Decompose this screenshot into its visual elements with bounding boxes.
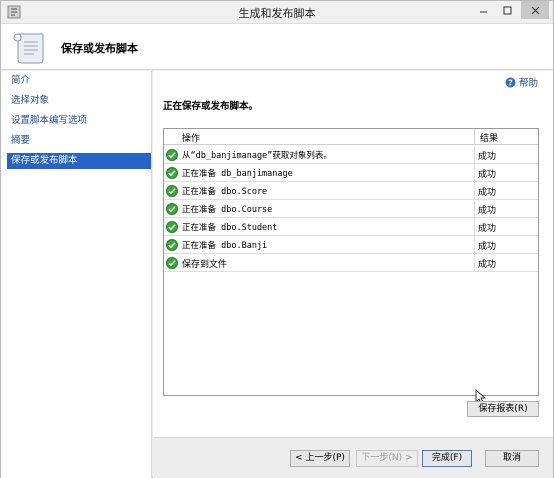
table-row[interactable]: 从“db_banjimanage”获取对象列表。 成功 <box>164 146 538 164</box>
next-button[interactable]: 下一步(N) > <box>356 450 418 467</box>
success-check-icon <box>166 185 178 197</box>
row-operation: 正在准备 dbo.Score <box>182 187 268 197</box>
cell-divider <box>474 254 475 272</box>
script-scroll-icon <box>13 33 44 64</box>
cell-divider <box>474 146 475 164</box>
page-title: 保存或发布脚本 <box>61 42 138 55</box>
success-check-icon <box>166 149 178 161</box>
progress-grid: 操作 结果 从“db_banjimanage”获取对象列表。 成功 正在准备 d… <box>163 128 539 396</box>
maximize-icon <box>503 6 511 14</box>
finish-button[interactable]: 完成(F) <box>422 450 472 467</box>
success-check-icon <box>166 257 178 269</box>
main-panel: ? 帮助 正在保存或发布脚本。 操作 结果 从“db_banjimanage”获… <box>153 71 553 437</box>
row-result: 成功 <box>478 242 497 252</box>
dialog-window: 生成和发布脚本 保存或发布脚本 简介 选择对象 设置脚本编写选项 摘要 保存或发… <box>0 0 554 478</box>
row-result: 成功 <box>478 260 497 270</box>
table-row[interactable]: 正在准备 db_banjimanage 成功 <box>164 164 538 182</box>
save-report-button[interactable]: 保存报表(R) <box>467 401 539 417</box>
wizard-sidebar: 简介 选择对象 设置脚本编写选项 摘要 保存或发布脚本 <box>1 71 152 478</box>
sidebar-item-intro[interactable]: 简介 <box>7 73 151 89</box>
maximize-button[interactable] <box>495 1 519 19</box>
sidebar-item-save-publish[interactable]: 保存或发布脚本 <box>7 153 151 169</box>
cell-divider <box>474 236 475 254</box>
cell-divider <box>474 200 475 218</box>
cell-divider <box>474 218 475 236</box>
success-check-icon <box>166 167 178 179</box>
success-check-icon <box>166 221 178 233</box>
cell-divider <box>474 164 475 182</box>
grid-header: 操作 结果 <box>164 129 538 145</box>
minimize-button[interactable] <box>471 1 495 19</box>
row-operation: 正在准备 dbo.Course <box>182 205 273 215</box>
row-operation: 正在准备 dbo.Banji <box>182 241 268 251</box>
sidebar-item-summary[interactable]: 摘要 <box>7 133 151 149</box>
row-result: 成功 <box>478 224 497 234</box>
svg-text:?: ? <box>508 78 513 87</box>
previous-button[interactable]: < 上一步(P) <box>290 450 350 467</box>
cancel-button[interactable]: 取消 <box>485 450 539 467</box>
row-operation: 正在准备 dbo.Student <box>182 223 278 233</box>
help-link[interactable]: ? 帮助 <box>505 75 538 89</box>
row-result: 成功 <box>478 152 497 162</box>
cell-divider <box>474 182 475 200</box>
row-result: 成功 <box>478 188 497 198</box>
row-operation: 保存到文件 <box>182 260 228 270</box>
minimize-icon <box>479 11 487 12</box>
success-check-icon <box>166 239 178 251</box>
table-row[interactable]: 正在准备 dbo.Student 成功 <box>164 218 538 236</box>
success-check-icon <box>166 203 178 215</box>
status-heading: 正在保存或发布脚本。 <box>163 101 259 112</box>
column-header-operation[interactable]: 操作 <box>182 131 200 144</box>
help-icon: ? <box>505 77 516 87</box>
table-row[interactable]: 正在准备 dbo.Course 成功 <box>164 200 538 218</box>
close-button[interactable] <box>521 1 549 19</box>
table-row[interactable]: 正在准备 dbo.Banji 成功 <box>164 236 538 254</box>
table-row[interactable]: 保存到文件 成功 <box>164 254 538 272</box>
row-operation: 从“db_banjimanage”获取对象列表。 <box>182 151 332 161</box>
sidebar-item-choose-objects[interactable]: 选择对象 <box>7 93 151 109</box>
row-operation: 正在准备 db_banjimanage <box>182 169 293 179</box>
column-divider <box>474 129 475 145</box>
row-result: 成功 <box>478 206 497 216</box>
wizard-footer: < 上一步(P) 下一步(N) > 完成(F) 取消 <box>153 437 553 478</box>
title-bar[interactable]: 生成和发布脚本 <box>1 1 553 24</box>
column-header-result[interactable]: 结果 <box>480 131 498 144</box>
help-label[interactable]: 帮助 <box>519 75 538 89</box>
row-result: 成功 <box>478 170 497 180</box>
table-row[interactable]: 正在准备 dbo.Score 成功 <box>164 182 538 200</box>
sidebar-item-scripting-options[interactable]: 设置脚本编写选项 <box>7 113 151 129</box>
header-band: 保存或发布脚本 <box>1 24 553 70</box>
close-icon <box>531 6 539 14</box>
